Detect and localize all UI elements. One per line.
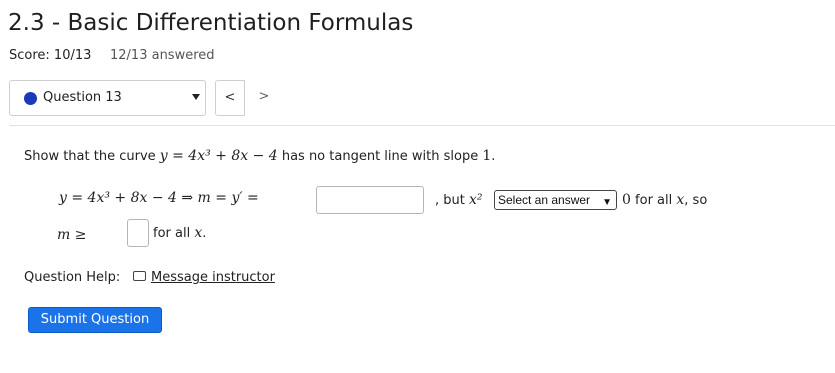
status-dot-icon — [24, 92, 37, 105]
for-all-text: for all — [630, 193, 677, 208]
caret-down-icon — [192, 94, 200, 100]
prompt-slope: 1 — [482, 148, 492, 164]
prompt-end: . — [491, 149, 496, 164]
prompt-text: Show that the curve — [24, 149, 160, 164]
prompt-text-2: has no tangent line with slope — [277, 149, 483, 164]
score-text: Score: 10/13 — [9, 48, 92, 63]
divider — [9, 125, 835, 126]
so-text: , so — [684, 193, 708, 208]
comparison-select[interactable]: Select an answer ▼ — [494, 190, 617, 210]
select-value: Select an answer — [498, 193, 591, 207]
question-select[interactable]: Question 13 — [9, 80, 206, 116]
x-squared: x² — [469, 192, 483, 208]
slope-inequality: m ≥ — [57, 227, 87, 243]
derivative-input[interactable] — [316, 186, 424, 214]
answered-count: 12/13 answered — [110, 48, 215, 63]
question-prompt: Show that the curve y = 4x³ + 8x − 4 has… — [24, 148, 495, 164]
after-select-text: 0 for all x, so — [622, 192, 707, 208]
zero-value: 0 — [622, 192, 631, 208]
for-all-x-text: for all x. — [153, 225, 206, 241]
line2-text: for all — [153, 226, 195, 241]
next-question-button[interactable]: > — [249, 80, 279, 116]
previous-question-button[interactable]: < — [215, 80, 245, 116]
message-instructor-link[interactable]: Message instructor — [151, 270, 275, 285]
but-text: , but x² — [435, 192, 483, 208]
question-select-label: Question 13 — [43, 90, 122, 105]
slope-bound-input[interactable] — [127, 219, 149, 247]
derivative-equation: y = 4x³ + 8x − 4 ⇒ m = y′ = — [59, 190, 259, 206]
chevron-down-icon: ▼ — [602, 197, 612, 208]
prompt-equation: y = 4x³ + 8x − 4 — [159, 148, 278, 164]
question-help-label: Question Help: — [24, 270, 121, 285]
but-label: , but — [435, 193, 469, 208]
mail-icon — [133, 271, 146, 281]
submit-question-button[interactable]: Submit Question — [28, 307, 162, 333]
line2-end: . — [202, 226, 207, 241]
page-title: 2.3 - Basic Differentiation Formulas — [8, 10, 414, 36]
